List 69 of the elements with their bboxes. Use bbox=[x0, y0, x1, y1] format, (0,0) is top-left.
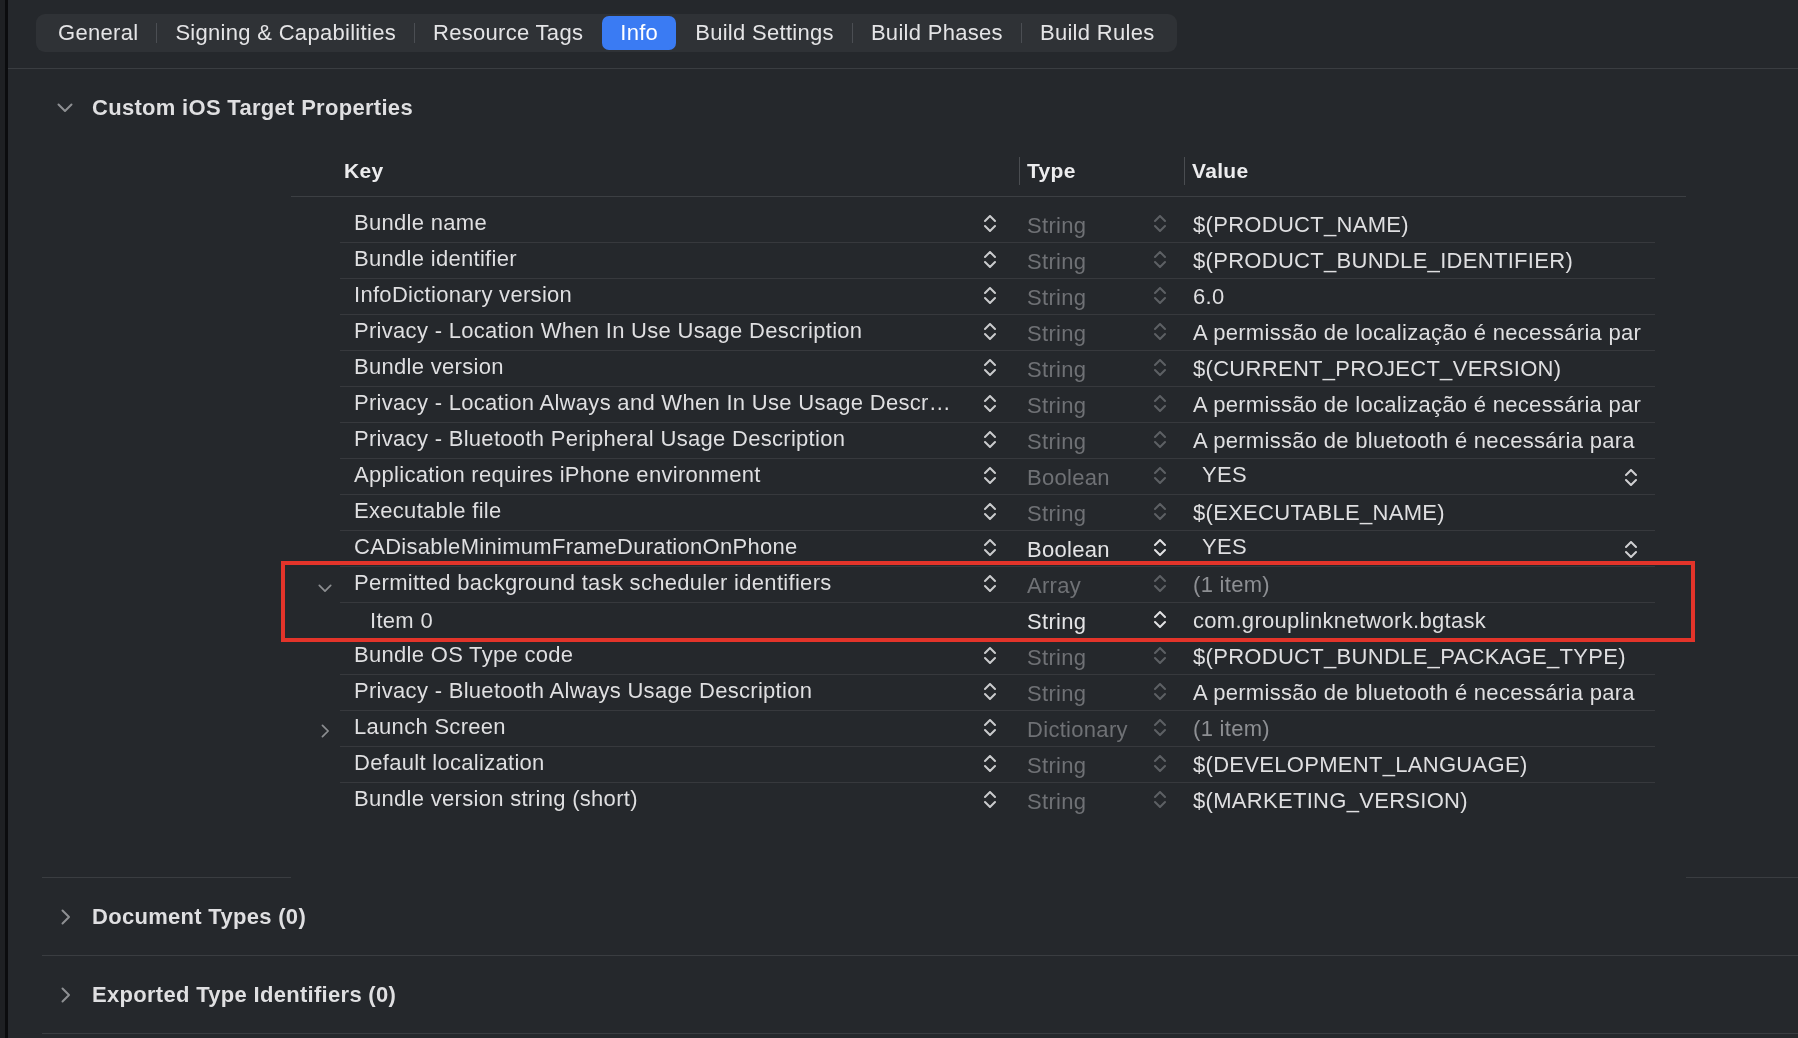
value-cell-text: $(PRODUCT_BUNDLE_IDENTIFIER) bbox=[1192, 247, 1574, 274]
tab[interactable]: Build Rules bbox=[1021, 16, 1173, 50]
value-cell-text: $(PRODUCT_NAME) bbox=[1192, 211, 1410, 238]
key-cell-text: Bundle identifier bbox=[353, 245, 518, 273]
key-cell-text: Permitted background task scheduler identifiers bbox=[353, 569, 833, 597]
type-cell-text: Boolean bbox=[1026, 536, 1111, 563]
key-cell-text: Privacy - Location When In Use Usage Description bbox=[353, 317, 864, 345]
type-cell-text: String bbox=[1026, 500, 1088, 527]
type-cell-text: String bbox=[1026, 680, 1088, 707]
value-cell-text: (1 item) bbox=[1192, 571, 1271, 598]
section-title[interactable]: Document Types (0) bbox=[92, 903, 307, 930]
key-cell-text: Default localization bbox=[353, 749, 546, 777]
tab[interactable]: Build Settings bbox=[677, 16, 852, 50]
type-cell-text: String bbox=[1026, 644, 1088, 671]
key-cell-text: Launch Screen bbox=[353, 713, 507, 741]
value-popup[interactable]: YES bbox=[1193, 464, 1637, 486]
chevron-down-icon[interactable] bbox=[57, 102, 73, 113]
type-cell-text: String bbox=[1026, 212, 1088, 239]
type-cell-text: String bbox=[1026, 608, 1088, 635]
section-title[interactable]: Exported Type Identifiers (0) bbox=[92, 981, 397, 1008]
value-cell-text: com.grouplinknetwork.bgtask bbox=[1192, 607, 1487, 634]
tab[interactable]: Info bbox=[602, 16, 677, 50]
key-cell-text: Privacy - Bluetooth Peripheral Usage Description bbox=[353, 425, 847, 453]
value-cell-text: (1 item) bbox=[1192, 715, 1271, 742]
section-title[interactable]: Custom iOS Target Properties bbox=[92, 94, 413, 121]
key-cell-text: Application requires iPhone environment bbox=[353, 461, 762, 489]
type-cell-text: Boolean bbox=[1026, 464, 1111, 491]
value-cell-text: A permissão de localização é necessária par bbox=[1192, 391, 1643, 418]
tab[interactable]: Resource Tags bbox=[415, 16, 602, 50]
value-cell-text: $(CURRENT_PROJECT_VERSION) bbox=[1192, 355, 1563, 382]
key-cell-text: Item 0 bbox=[369, 607, 434, 634]
value-cell-text: $(DEVELOPMENT_LANGUAGE) bbox=[1192, 751, 1529, 778]
key-cell-text: Privacy - Location Always and When In Use Usage Descr… bbox=[353, 389, 952, 417]
type-cell-text: String bbox=[1026, 752, 1088, 779]
key-cell-text: Bundle version string (short) bbox=[353, 786, 639, 813]
type-cell-text: String bbox=[1026, 356, 1088, 383]
tab[interactable]: Signing & Capabilities bbox=[157, 16, 414, 50]
chevron-right-icon[interactable] bbox=[61, 908, 71, 925]
value-cell-text: 6.0 bbox=[1192, 283, 1226, 310]
chevron-right-icon[interactable] bbox=[61, 986, 71, 1003]
column-header[interactable]: Value bbox=[1184, 157, 1686, 185]
key-cell-text: Bundle OS Type code bbox=[353, 641, 575, 669]
type-cell-text: String bbox=[1026, 248, 1088, 275]
value-cell-text: $(MARKETING_VERSION) bbox=[1192, 788, 1469, 814]
value-popup[interactable]: YES bbox=[1193, 536, 1637, 558]
value-cell-text: A permissão de bluetooth é necessária para bbox=[1192, 427, 1636, 454]
type-cell-text: Array bbox=[1026, 572, 1083, 599]
column-header[interactable]: Key bbox=[291, 159, 1019, 183]
type-cell-text: String bbox=[1026, 428, 1088, 455]
key-cell-text: InfoDictionary version bbox=[353, 281, 574, 309]
type-cell-text: String bbox=[1026, 789, 1088, 815]
type-cell-text: String bbox=[1026, 392, 1088, 419]
value-cell-text: $(PRODUCT_BUNDLE_PACKAGE_TYPE) bbox=[1192, 643, 1627, 670]
key-cell-text: Executable file bbox=[353, 497, 503, 525]
type-cell-text: Dictionary bbox=[1026, 716, 1129, 743]
type-cell-text: String bbox=[1026, 320, 1088, 347]
value-cell-text: $(EXECUTABLE_NAME) bbox=[1192, 499, 1446, 526]
key-cell-text: Privacy - Bluetooth Always Usage Description bbox=[353, 677, 814, 705]
type-cell-text: String bbox=[1026, 284, 1088, 311]
tab[interactable]: General bbox=[40, 16, 157, 50]
key-cell-text: CADisableMinimumFrameDurationOnPhone bbox=[353, 533, 799, 561]
value-cell-text: A permissão de localização é necessária par bbox=[1192, 319, 1643, 346]
column-header[interactable]: Type bbox=[1019, 157, 1184, 185]
chevron-right-icon[interactable] bbox=[320, 724, 330, 738]
tab[interactable]: Build Phases bbox=[852, 16, 1021, 50]
value-cell-text: A permissão de bluetooth é necessária para bbox=[1192, 679, 1636, 706]
chevron-down-icon[interactable] bbox=[318, 583, 332, 593]
key-cell-text: Bundle version bbox=[353, 353, 505, 381]
key-cell-text: Bundle name bbox=[353, 209, 488, 237]
